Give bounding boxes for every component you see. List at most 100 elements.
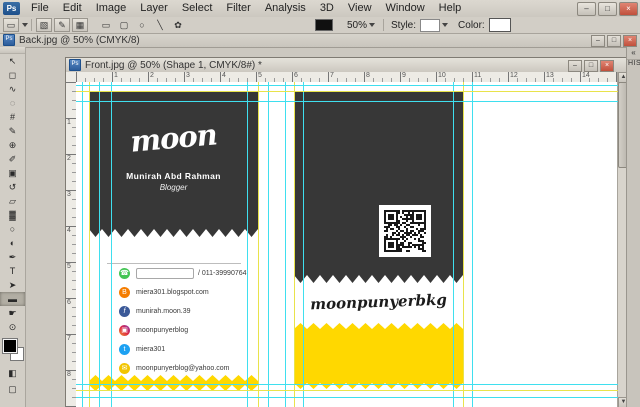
menu-select[interactable]: Select: [175, 0, 220, 17]
guide-vertical[interactable]: [268, 82, 269, 407]
guide-horizontal[interactable]: [76, 101, 618, 102]
guide-horizontal[interactable]: [76, 91, 618, 92]
type-tool-icon[interactable]: T: [0, 264, 25, 278]
zoom-tool-icon[interactable]: ⊙: [0, 320, 25, 334]
menu-view[interactable]: View: [341, 0, 379, 17]
guide-vertical[interactable]: [258, 82, 259, 407]
guide-vertical[interactable]: [285, 82, 286, 407]
menu-filter[interactable]: Filter: [219, 0, 257, 17]
gradient-tool-icon[interactable]: ▓: [0, 208, 25, 222]
rounded-rectangle-shape-icon[interactable]: ▢: [116, 18, 132, 32]
hand-tool-icon[interactable]: ☛: [0, 306, 25, 320]
minimize-button[interactable]: –: [568, 60, 582, 72]
pen-tool-icon[interactable]: ✒: [0, 250, 25, 264]
menu-window[interactable]: Window: [379, 0, 432, 17]
contact-text: moonpunyerblog@yahoo.com: [136, 364, 230, 372]
ruler-number: 3: [67, 191, 71, 198]
menu-bar: Ps File Edit Image Layer Select Filter Analysi…: [0, 0, 640, 18]
clone-stamp-tool-icon[interactable]: ▣: [0, 166, 25, 180]
custom-shape-icon[interactable]: ✿: [170, 18, 186, 32]
crop-tool-icon[interactable]: #: [0, 110, 25, 124]
contact-text: moonpunyerblog: [136, 326, 189, 334]
healing-brush-tool-icon[interactable]: ⊕: [0, 138, 25, 152]
guide-vertical[interactable]: [82, 82, 83, 407]
brush-tool-icon[interactable]: ✐: [0, 152, 25, 166]
paths-icon[interactable]: ✎: [54, 18, 70, 32]
back-document-titlebar[interactable]: Ps Back.jpg @ 50% (CMYK/8) – □ ×: [0, 33, 640, 48]
guide-horizontal[interactable]: [76, 384, 618, 385]
guide-vertical[interactable]: [453, 82, 454, 407]
app-logo-icon[interactable]: Ps: [3, 2, 20, 15]
menu-help[interactable]: Help: [432, 0, 469, 17]
menu-layer[interactable]: Layer: [133, 0, 175, 17]
canvas[interactable]: moon Munirah Abd Rahman Blogger ☎ / 011-3…: [76, 82, 618, 407]
blur-tool-icon[interactable]: ○: [0, 222, 25, 236]
guide-vertical[interactable]: [247, 82, 248, 407]
tools-panel-grip[interactable]: [0, 47, 25, 54]
shape-fill-swatch[interactable]: [315, 19, 333, 31]
dodge-tool-icon[interactable]: ◐: [0, 236, 25, 250]
front-document-title: Front.jpg @ 50% (Shape 1, CMYK/8#) *: [85, 59, 262, 71]
guide-vertical[interactable]: [294, 82, 295, 407]
options-separator: [383, 19, 385, 31]
menu-image[interactable]: Image: [89, 0, 134, 17]
opacity-dropdown[interactable]: 50%: [347, 20, 376, 31]
color-swatch[interactable]: [488, 18, 511, 32]
minimize-button[interactable]: –: [577, 2, 596, 16]
menu-edit[interactable]: Edit: [56, 0, 89, 17]
options-separator: [31, 19, 32, 31]
history-brush-tool-icon[interactable]: ↺: [0, 180, 25, 194]
maximize-button[interactable]: □: [584, 60, 598, 72]
lasso-tool-icon[interactable]: ∿: [0, 82, 25, 96]
guide-horizontal[interactable]: [76, 397, 618, 398]
maximize-button[interactable]: □: [598, 2, 617, 16]
expand-dock-button[interactable]: «: [627, 47, 640, 60]
guide-vertical[interactable]: [472, 82, 473, 407]
shape-tool-icon[interactable]: ▬: [0, 292, 25, 306]
line-shape-icon[interactable]: ╲: [152, 18, 168, 32]
shape-layers-icon[interactable]: ▧: [36, 18, 52, 32]
back-card-yellow-section: [294, 323, 463, 389]
guide-vertical[interactable]: [463, 82, 464, 407]
ruler-number: 9: [402, 72, 406, 79]
minimize-button[interactable]: –: [591, 35, 605, 47]
front-document-titlebar[interactable]: Ps Front.jpg @ 50% (Shape 1, CMYK/8#) * …: [66, 58, 628, 73]
ruler-number: 10: [438, 72, 446, 79]
foreground-color-swatch[interactable]: [3, 339, 17, 353]
maximize-button[interactable]: □: [607, 35, 621, 47]
close-button[interactable]: ×: [623, 35, 637, 47]
guide-vertical[interactable]: [89, 82, 90, 407]
close-button[interactable]: ×: [600, 60, 614, 72]
fill-pixels-icon[interactable]: ▦: [72, 18, 88, 32]
eyedropper-tool-icon[interactable]: ✎: [0, 124, 25, 138]
menu-3d[interactable]: 3D: [313, 0, 341, 17]
style-swatch[interactable]: [420, 18, 441, 32]
back-window-controls: – □ ×: [591, 35, 637, 47]
tool-preset-icon[interactable]: ▭: [3, 18, 19, 32]
guide-vertical[interactable]: [303, 82, 304, 407]
close-button[interactable]: ×: [619, 2, 638, 16]
quick-mask-icon[interactable]: ◧: [0, 367, 25, 380]
guide-horizontal[interactable]: [76, 85, 618, 86]
menu-analysis[interactable]: Analysis: [258, 0, 313, 17]
guide-vertical[interactable]: [99, 82, 100, 407]
move-tool-icon[interactable]: ↖: [0, 54, 25, 68]
facebook-icon: f: [119, 305, 130, 317]
ruler-number: 1: [114, 72, 118, 79]
path-selection-tool-icon[interactable]: ➤: [0, 278, 25, 292]
eraser-tool-icon[interactable]: ▱: [0, 194, 25, 208]
qr-code: [379, 205, 431, 257]
histogram-panel-tab[interactable]: HISTOGRAM: [627, 60, 640, 67]
back-card-handle: moonpunyerbkg: [309, 290, 448, 314]
ellipse-shape-icon[interactable]: ○: [134, 18, 150, 32]
screen-mode-icon[interactable]: ▢: [0, 383, 25, 396]
back-document-title: Back.jpg @ 50% (CMYK/8): [19, 34, 140, 46]
quick-selection-tool-icon[interactable]: ◌: [0, 96, 25, 110]
menu-file[interactable]: File: [24, 0, 56, 17]
rectangle-shape-icon[interactable]: ▭: [98, 18, 114, 32]
marquee-tool-icon[interactable]: ◻: [0, 68, 25, 82]
guide-vertical[interactable]: [111, 82, 112, 407]
ruler-number: 5: [258, 72, 262, 79]
guide-horizontal[interactable]: [76, 390, 618, 391]
ruler-number: 8: [67, 371, 71, 378]
